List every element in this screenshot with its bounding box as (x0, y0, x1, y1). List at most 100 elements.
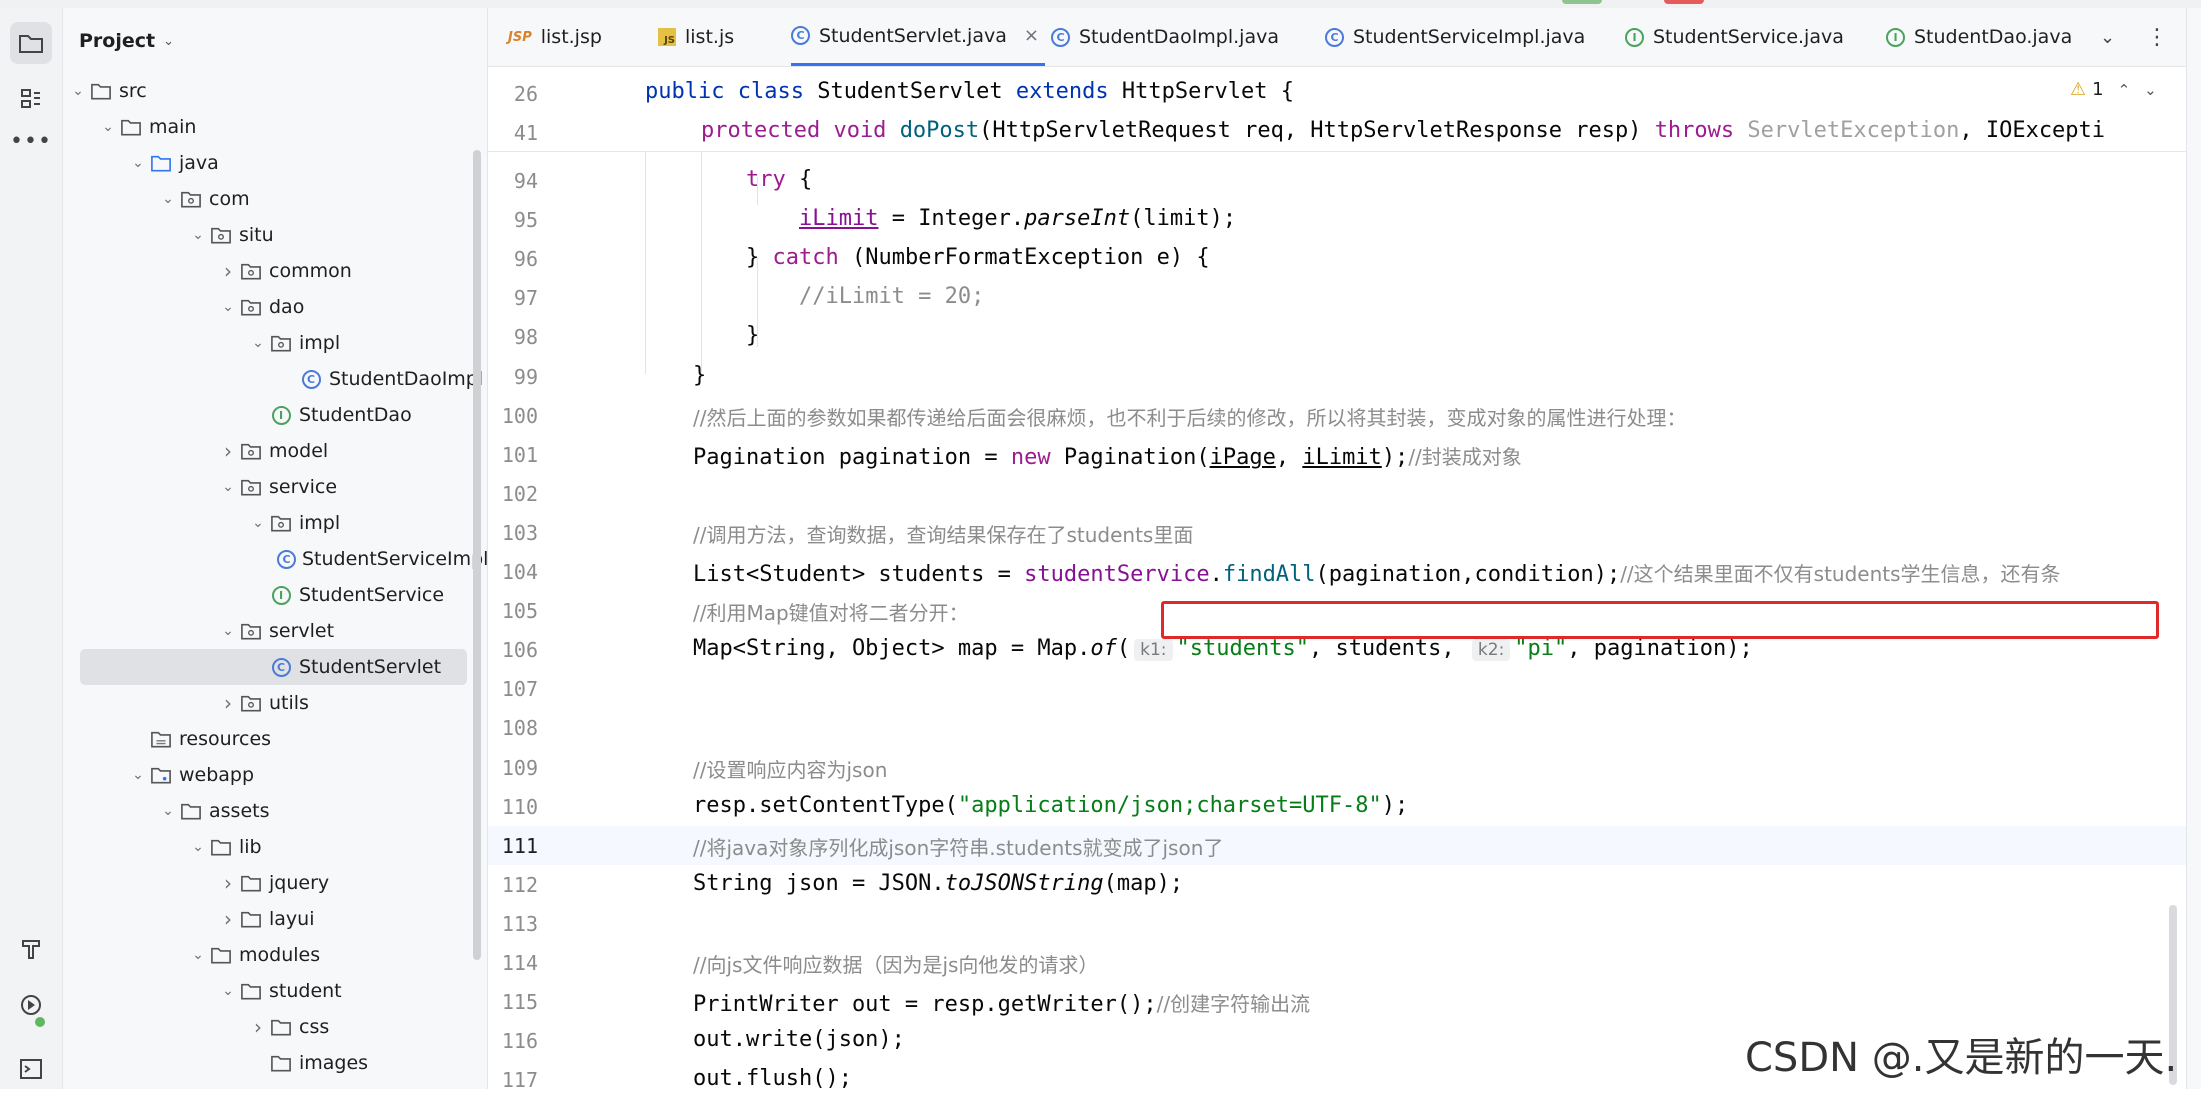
chevron-down-icon[interactable]: ⌄ (127, 767, 149, 783)
tree-item[interactable]: I StudentService (63, 577, 487, 613)
chevron-right-icon[interactable]: › (247, 1015, 269, 1039)
code-line[interactable]: 107 (488, 669, 2201, 708)
tree-item[interactable]: C StudentServiceImpl (63, 541, 488, 577)
chevron-down-icon[interactable]: ⌄ (217, 623, 239, 639)
tab-studentdaoimpl[interactable]: C StudentDaoImpl.java (1051, 8, 1279, 66)
code-line[interactable]: 109 //设置响应内容为json (488, 748, 2201, 787)
tree-item[interactable]: ⌄ impl (63, 505, 487, 541)
code-line[interactable]: 99} (488, 357, 2201, 396)
services-tool-button[interactable] (10, 984, 52, 1026)
chevron-down-icon[interactable]: ⌄ (157, 803, 179, 819)
tree-item[interactable]: images (63, 1045, 487, 1081)
chevron-down-icon[interactable]: ⌄ (247, 515, 269, 531)
code-line[interactable]: 104 List<Student> students = studentServi… (488, 552, 2201, 591)
tree-item[interactable]: ⌄ situ (63, 217, 487, 253)
tree-item[interactable]: ⌄ main (63, 109, 487, 145)
code-line[interactable]: 98 } (488, 317, 2201, 356)
tree-item[interactable]: ⌄ modules (63, 937, 487, 973)
chevron-down-icon[interactable]: ⌄ (2144, 81, 2157, 99)
code-line[interactable]: 101 Pagination pagination = new Paginatio… (488, 435, 2201, 474)
tree-item[interactable]: ⌄ servlet (63, 613, 487, 649)
chevron-down-icon[interactable]: ⌄ (217, 983, 239, 999)
tab-options-button[interactable]: ⋮ (2146, 8, 2168, 66)
code-line[interactable]: 113 (488, 904, 2201, 943)
chevron-down-icon[interactable]: ⌄ (247, 335, 269, 351)
tab-studentdao[interactable]: I StudentDao.java (1886, 8, 2072, 66)
tree-item[interactable]: ⌄ student (63, 973, 487, 1009)
code-line[interactable]: 95 iLimit = Integer.parseInt(limit); (488, 200, 2201, 239)
tree-item[interactable]: I StudentDao (63, 397, 487, 433)
chevron-down-icon[interactable]: ⌄ (67, 83, 89, 99)
more-tools-button[interactable]: ••• (10, 120, 52, 162)
code-line[interactable]: 102 (488, 474, 2201, 513)
code-line[interactable]: 100 //然后上面的参数如果都传递给后面会很麻烦，也不利于后续的修改，所以将其封… (488, 396, 2201, 435)
tree-item[interactable]: › jquery (63, 865, 487, 901)
tab-list-js[interactable]: JS list.js (658, 8, 734, 66)
project-panel-title[interactable]: Project ⌄ (79, 30, 174, 52)
build-tool-button[interactable] (10, 928, 52, 970)
chevron-right-icon[interactable]: › (217, 439, 239, 463)
chevron-right-icon[interactable]: › (217, 907, 239, 931)
tree-item[interactable]: ⌄ webapp (63, 757, 487, 793)
tree-item[interactable]: ⌄ assets (63, 793, 487, 829)
tab-label: StudentDao.java (1914, 26, 2073, 48)
tree-item[interactable]: ⌄ dao (63, 289, 487, 325)
code-line[interactable]: 114 //向js文件响应数据（因为是js向他发的请求） (488, 943, 2201, 982)
code-comment: //利用Map键值对将二者分开： (693, 601, 969, 626)
code-line[interactable]: 96 } catch (NumberFormatException e) { (488, 239, 2201, 278)
chevron-down-icon[interactable]: ⌄ (187, 227, 209, 243)
project-tool-button[interactable] (10, 22, 52, 64)
tab-studentservlet[interactable]: C StudentServlet.java × (791, 8, 1045, 66)
tree-item[interactable]: resources (63, 721, 487, 757)
structure-tool-button[interactable] (10, 78, 52, 120)
resources-folder-icon (149, 727, 173, 751)
tree-item[interactable]: ⌄ src (63, 73, 487, 109)
tree-item[interactable]: ⌄ java (63, 145, 487, 181)
code-line[interactable]: 112 String json = JSON.toJSONString(map); (488, 865, 2201, 904)
class-icon: C (1051, 27, 1070, 47)
tree-item[interactable]: ⌄ impl (63, 325, 487, 361)
line-number: 104 (501, 560, 538, 584)
chevron-right-icon[interactable]: › (217, 871, 239, 895)
chevron-down-icon[interactable]: ⌄ (157, 191, 179, 207)
chevron-down-icon[interactable]: ⌄ (187, 839, 209, 855)
code-line[interactable]: 97 //iLimit = 20; (488, 278, 2201, 317)
tree-item[interactable]: › layui (63, 901, 487, 937)
project-scrollbar[interactable] (473, 150, 481, 960)
chevron-right-icon[interactable]: › (217, 259, 239, 283)
tree-item[interactable]: › css (63, 1009, 487, 1045)
sticky-line-class[interactable]: public class StudentServlet extends Http… (645, 79, 1294, 104)
chevron-down-icon[interactable]: ⌄ (187, 947, 209, 963)
tree-item[interactable]: › utils (63, 685, 487, 721)
code-line[interactable]: 110 resp.setContentType("application/json… (488, 787, 2201, 826)
chevron-down-icon[interactable]: ⌄ (127, 155, 149, 171)
terminal-tool-button[interactable] (10, 1048, 52, 1090)
inspection-widget[interactable]: ⚠ 1 ⌃ ⌄ (2070, 79, 2157, 100)
code-line[interactable]: 115 PrintWriter out = resp.getWriter();//… (488, 982, 2201, 1021)
highlight-annotation-box (1161, 601, 2159, 639)
code-line[interactable]: 94 try { (488, 161, 2201, 200)
close-icon[interactable]: × (1024, 25, 1039, 46)
tree-item[interactable]: › model (63, 433, 487, 469)
tree-item[interactable]: ⌄ com (63, 181, 487, 217)
tree-item[interactable]: C StudentServlet (80, 649, 467, 685)
tab-studentserviceimpl[interactable]: C StudentServiceImpl.java (1325, 8, 1585, 66)
tree-item[interactable]: › common (63, 253, 487, 289)
tree-item[interactable]: C StudentDaoImpl (63, 361, 487, 397)
tab-studentservice[interactable]: I StudentService.java (1625, 8, 1844, 66)
chevron-down-icon[interactable]: ⌄ (217, 479, 239, 495)
code-line[interactable]: 108 (488, 708, 2201, 747)
tab-list-dropdown[interactable]: ⌄ (2100, 8, 2115, 66)
editor-tab-bar: JSP list.jsp JS list.js C StudentServlet… (488, 8, 2201, 67)
code-line[interactable]: 103 //调用方法，查询数据，查询结果保存在了students里面 (488, 513, 2201, 552)
tab-list-jsp[interactable]: JSP list.jsp (508, 8, 602, 66)
tree-item[interactable]: ⌄ lib (63, 829, 487, 865)
chevron-down-icon[interactable]: ⌄ (217, 299, 239, 315)
chevron-right-icon[interactable]: › (217, 691, 239, 715)
code-editor[interactable]: 26 public class StudentServlet extends H… (488, 67, 2201, 1092)
chevron-down-icon[interactable]: ⌄ (97, 119, 119, 135)
sticky-line-method[interactable]: protected void doPost(HttpServletRequest… (701, 118, 2105, 143)
tree-item[interactable]: ⌄ service (63, 469, 487, 505)
code-line[interactable]: 111 //将java对象序列化成json字符串.students就变成了json… (488, 825, 2201, 865)
chevron-up-icon[interactable]: ⌃ (2118, 81, 2131, 99)
